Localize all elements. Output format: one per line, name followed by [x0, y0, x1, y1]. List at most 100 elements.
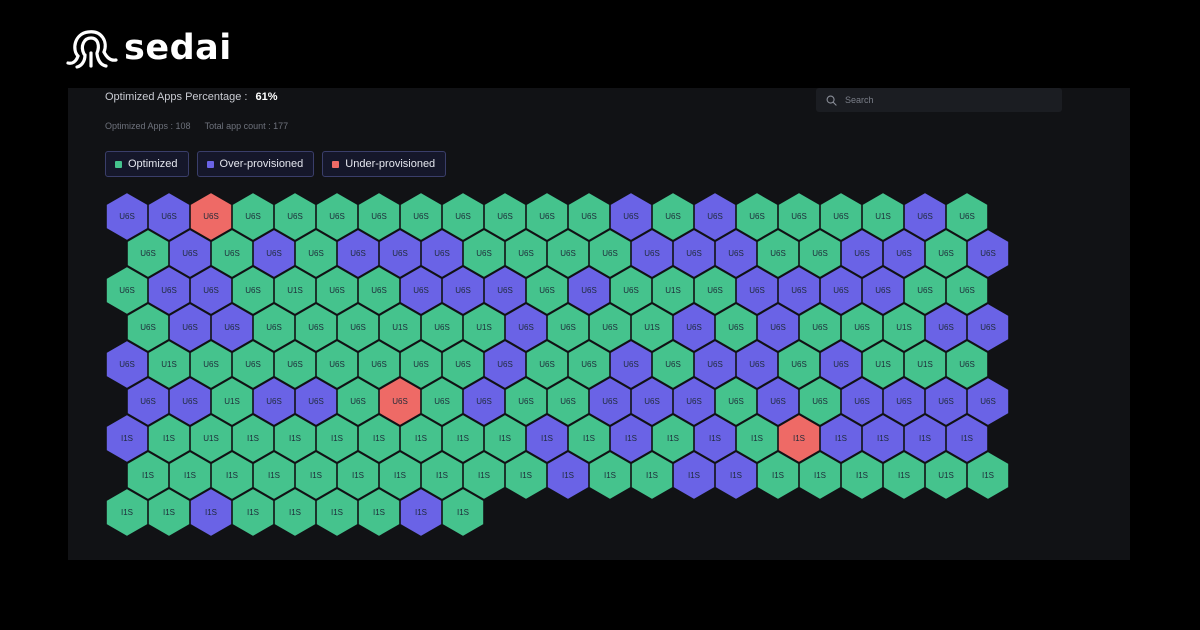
sedai-octopus-icon [66, 30, 118, 69]
hex-label: I1S [394, 471, 406, 480]
hex-label: I1S [667, 434, 679, 443]
hex-label: U6S [539, 286, 555, 295]
hex-label: I1S [289, 508, 301, 517]
hex-label: U6S [287, 360, 303, 369]
hex-label: I1S [373, 508, 385, 517]
hex-label: I1S [331, 508, 343, 517]
hex-label: U6S [497, 286, 513, 295]
hex-label: U6S [392, 249, 408, 258]
hex-label: I1S [415, 434, 427, 443]
hex-label: U6S [476, 249, 492, 258]
hex-label: I1S [730, 471, 742, 480]
hex-label: U6S [518, 397, 534, 406]
hex-label: U6S [560, 249, 576, 258]
hex-label: U6S [182, 249, 198, 258]
hex-label: U6S [413, 360, 429, 369]
hex-label: U6S [203, 212, 219, 221]
hex-label: U6S [434, 323, 450, 332]
hex-label: U1S [665, 286, 681, 295]
sedai-logo: sedai [66, 26, 232, 70]
hex-label: U6S [896, 397, 912, 406]
hex-label: U6S [392, 397, 408, 406]
hex-label: U6S [224, 249, 240, 258]
hex-label: U6S [497, 360, 513, 369]
hex-label: U6S [182, 323, 198, 332]
hex-label: I1S [604, 471, 616, 480]
hex-label: U6S [728, 397, 744, 406]
hex-label: I1S [625, 434, 637, 443]
hex-label: U6S [602, 249, 618, 258]
hex-label: I1S [835, 434, 847, 443]
hex-label: U1S [875, 212, 891, 221]
hex-label: U6S [623, 212, 639, 221]
hex-label: U6S [980, 397, 996, 406]
hex-label: U6S [770, 249, 786, 258]
hex-label: U6S [833, 360, 849, 369]
hex-label: I1S [814, 471, 826, 480]
hex-label: U6S [140, 397, 156, 406]
brand-name: sedai [124, 28, 232, 68]
hex-label: U1S [938, 471, 954, 480]
hex-label: U6S [938, 323, 954, 332]
hex-label: U6S [644, 397, 660, 406]
hex-label: I1S [331, 434, 343, 443]
hex-label: I1S [583, 434, 595, 443]
hex-label: U6S [560, 397, 576, 406]
hex-label: U6S [854, 397, 870, 406]
hex-label: U6S [812, 397, 828, 406]
hex-label: U6S [581, 360, 597, 369]
hex-label: U6S [581, 286, 597, 295]
hex-label: U6S [980, 249, 996, 258]
hex-label: U6S [728, 323, 744, 332]
hex-label: I1S [205, 508, 217, 517]
hex-label: I1S [310, 471, 322, 480]
hex-label: U6S [161, 286, 177, 295]
hex-label: U6S [749, 360, 765, 369]
hex-label: U6S [749, 286, 765, 295]
hex-label: U6S [938, 397, 954, 406]
hex-label: I1S [919, 434, 931, 443]
hex-label: U6S [875, 286, 891, 295]
hex-label: U6S [371, 212, 387, 221]
hex-label: I1S [562, 471, 574, 480]
hex-label: U6S [770, 323, 786, 332]
hex-label: U6S [686, 323, 702, 332]
hex-label: U1S [392, 323, 408, 332]
hex-label: U6S [119, 286, 135, 295]
hex-label: U6S [623, 286, 639, 295]
hex-label: I1S [499, 434, 511, 443]
hex-label: U6S [602, 397, 618, 406]
hex-label: U6S [707, 286, 723, 295]
hex-label: U6S [266, 323, 282, 332]
hex-label: U6S [371, 360, 387, 369]
hex-label: U6S [560, 323, 576, 332]
hex-label: I1S [751, 434, 763, 443]
hex-label: I1S [142, 471, 154, 480]
hex-label: U6S [287, 212, 303, 221]
hex-label: I1S [772, 471, 784, 480]
hex-label: I1S [457, 508, 469, 517]
hex-label: U6S [476, 397, 492, 406]
hex-label: I1S [457, 434, 469, 443]
hex-label: I1S [541, 434, 553, 443]
hex-label: U6S [518, 249, 534, 258]
hex-label: U6S [812, 323, 828, 332]
hex-label: U6S [266, 249, 282, 258]
hex-label: I1S [184, 471, 196, 480]
hex-label: U6S [602, 323, 618, 332]
hex-label: U6S [350, 323, 366, 332]
hex-label: U6S [728, 249, 744, 258]
hex-label: I1S [121, 508, 133, 517]
hex-label: U6S [182, 397, 198, 406]
hex-label: I1S [961, 434, 973, 443]
hex-label: U6S [959, 360, 975, 369]
hex-label: U1S [161, 360, 177, 369]
hex-label: U6S [854, 249, 870, 258]
hex-label: U6S [350, 249, 366, 258]
hex-label: U6S [791, 360, 807, 369]
hex-label: U6S [665, 212, 681, 221]
hex-label: U6S [329, 212, 345, 221]
hex-label: U6S [245, 212, 261, 221]
hex-label: U1S [224, 397, 240, 406]
hex-label: U6S [224, 323, 240, 332]
